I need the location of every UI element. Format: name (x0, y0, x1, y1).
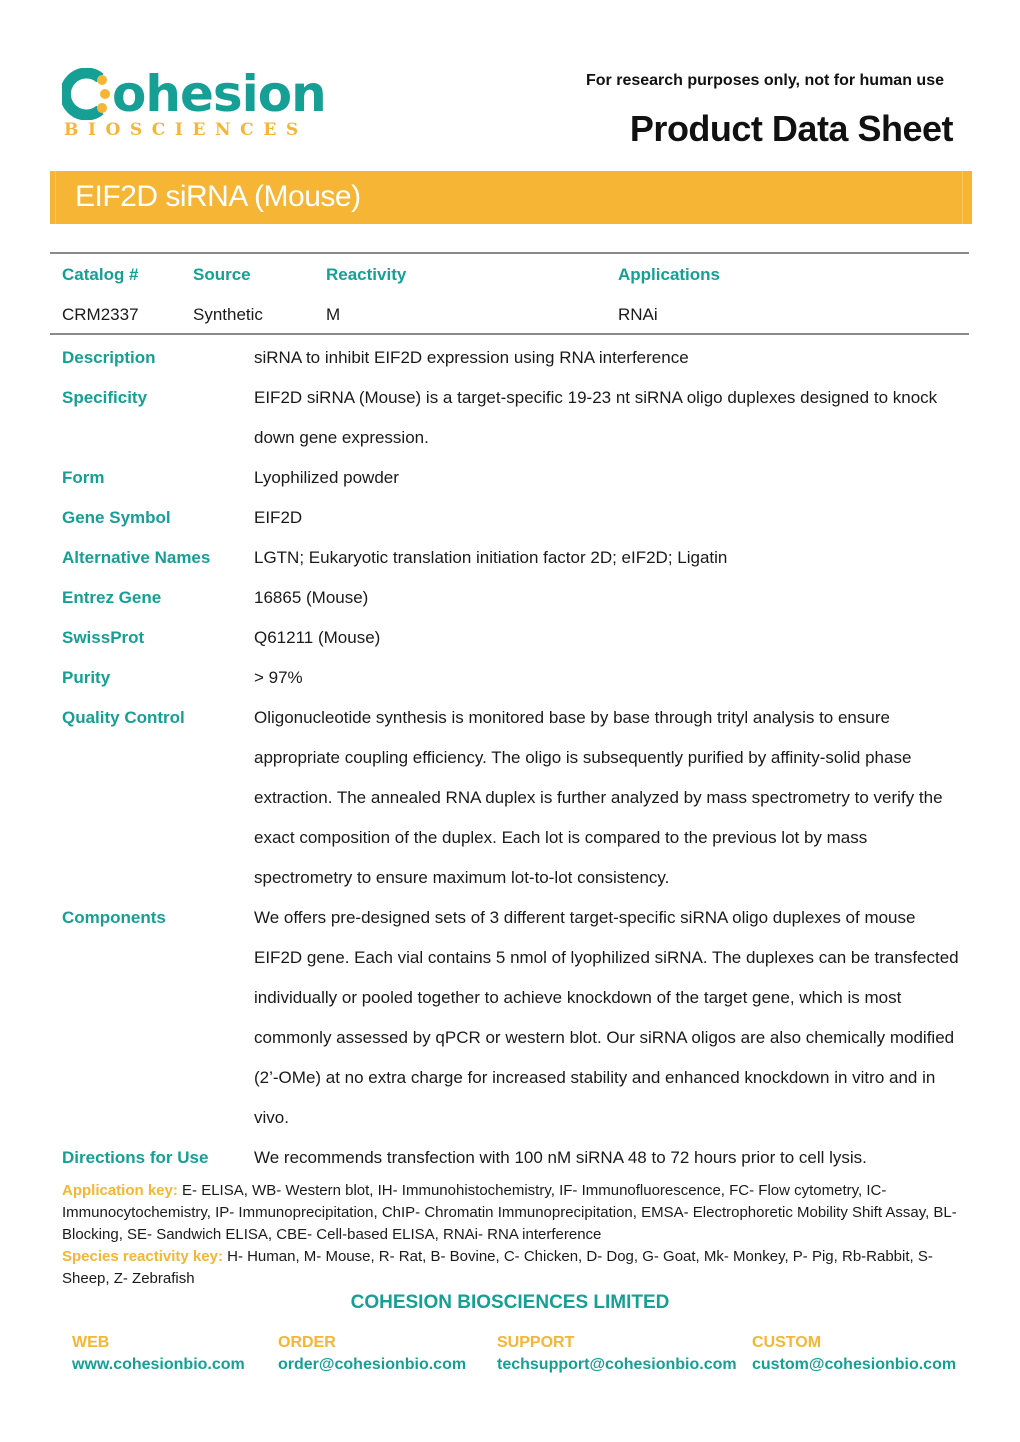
contact-label: CUSTOM (752, 1334, 822, 1351)
property-row-form: Form Lyophilized powder (62, 458, 962, 498)
properties-list: Description siRNA to inhibit EIF2D expre… (62, 338, 962, 1178)
property-value: EIF2D (254, 508, 303, 527)
logo-subtext: BIOSCIENCES (64, 120, 308, 140)
contact-order: ORDER order@cohesionbio.com (278, 1332, 466, 1376)
property-label: SwissProt (62, 628, 145, 647)
application-key: Application key: E- ELISA, WB- Western b… (62, 1180, 962, 1246)
product-banner: EIF2D siRNA (Mouse) (50, 171, 972, 224)
property-value: Oligonucleotide synthesis is monitored b… (254, 708, 943, 887)
application-key-label: Application key: (62, 1182, 178, 1199)
summary-table: Catalog # Source Reactivity Applications… (50, 252, 969, 335)
summary-value-source: Synthetic (193, 305, 263, 324)
property-value: Q61211 (Mouse) (254, 628, 381, 647)
property-label: Quality Control (62, 708, 185, 727)
property-label: Directions for Use (62, 1148, 209, 1167)
property-row-quality-control: Quality Control Oligonucleotide synthesi… (62, 698, 962, 898)
contact-web: WEB www.cohesionbio.com (72, 1332, 245, 1376)
summary-value-applications: RNAi (618, 305, 658, 324)
property-value: We offers pre-designed sets of 3 differe… (254, 908, 959, 1127)
property-label: Components (62, 908, 166, 927)
property-label: Specificity (62, 388, 148, 407)
company-name: COHESION BIOSCIENCES LIMITED (350, 1292, 670, 1313)
logo-wordmark: ohesion (112, 65, 327, 123)
contact-custom: CUSTOM custom@cohesionbio.com (752, 1332, 956, 1376)
summary-header-catalog: Catalog # (62, 265, 139, 284)
contact-label: ORDER (278, 1334, 336, 1351)
contact-link-support[interactable]: techsupport@cohesionbio.com (497, 1354, 737, 1376)
contact-footer: WEB www.cohesionbio.com ORDER order@cohe… (0, 1332, 1020, 1382)
company-logo: ohesion BIOSCIENCES (62, 62, 342, 142)
summary-value-catalog: CRM2337 (62, 305, 139, 324)
property-row-alternative-names: Alternative Names LGTN; Eukaryotic trans… (62, 538, 962, 578)
summary-header-reactivity: Reactivity (326, 265, 407, 284)
property-label: Description (62, 348, 156, 367)
property-value: EIF2D siRNA (Mouse) is a target-specific… (254, 388, 938, 447)
property-row-purity: Purity > 97% (62, 658, 962, 698)
property-label: Alternative Names (62, 548, 211, 567)
property-row-description: Description siRNA to inhibit EIF2D expre… (62, 338, 962, 378)
property-row-directions: Directions for Use We recommends transfe… (62, 1138, 962, 1178)
disclaimer: For research purposes only, not for huma… (586, 72, 944, 89)
property-value: > 97% (254, 668, 303, 687)
property-row-gene-symbol: Gene Symbol EIF2D (62, 498, 962, 538)
keys-section: Application key: E- ELISA, WB- Western b… (62, 1180, 962, 1290)
property-value: siRNA to inhibit EIF2D expression using … (254, 348, 689, 367)
property-row-swissprot: SwissProt Q61211 (Mouse) (62, 618, 962, 658)
contact-link-custom[interactable]: custom@cohesionbio.com (752, 1354, 956, 1376)
property-value: Lyophilized powder (254, 468, 399, 487)
contact-support: SUPPORT techsupport@cohesionbio.com (497, 1332, 737, 1376)
property-row-entrez-gene: Entrez Gene 16865 (Mouse) (62, 578, 962, 618)
property-label: Gene Symbol (62, 508, 171, 527)
property-value: 16865 (Mouse) (254, 588, 369, 607)
contact-link-order[interactable]: order@cohesionbio.com (278, 1354, 466, 1376)
property-label: Form (62, 468, 105, 487)
contact-link-web[interactable]: www.cohesionbio.com (72, 1354, 245, 1376)
property-label: Purity (62, 668, 111, 687)
summary-header-source: Source (193, 265, 251, 284)
property-row-specificity: Specificity EIF2D siRNA (Mouse) is a tar… (62, 378, 962, 458)
summary-header-applications: Applications (618, 265, 721, 284)
contact-label: SUPPORT (497, 1334, 575, 1351)
property-value: We recommends transfection with 100 nM s… (254, 1148, 867, 1167)
application-key-text: E- ELISA, WB- Western blot, IH- Immunohi… (62, 1182, 957, 1243)
property-value: LGTN; Eukaryotic translation initiation … (254, 548, 728, 567)
species-key: Species reactivity key: H- Human, M- Mou… (62, 1246, 962, 1290)
contact-label: WEB (72, 1334, 110, 1351)
sheet-title: Product Data Sheet (629, 108, 954, 149)
summary-value-reactivity: M (326, 305, 341, 324)
logo-c-icon (62, 68, 110, 120)
product-title: EIF2D siRNA (Mouse) (75, 180, 361, 213)
species-key-label: Species reactivity key: (62, 1248, 223, 1265)
property-row-components: Components We offers pre-designed sets o… (62, 898, 962, 1138)
property-label: Entrez Gene (62, 588, 162, 607)
